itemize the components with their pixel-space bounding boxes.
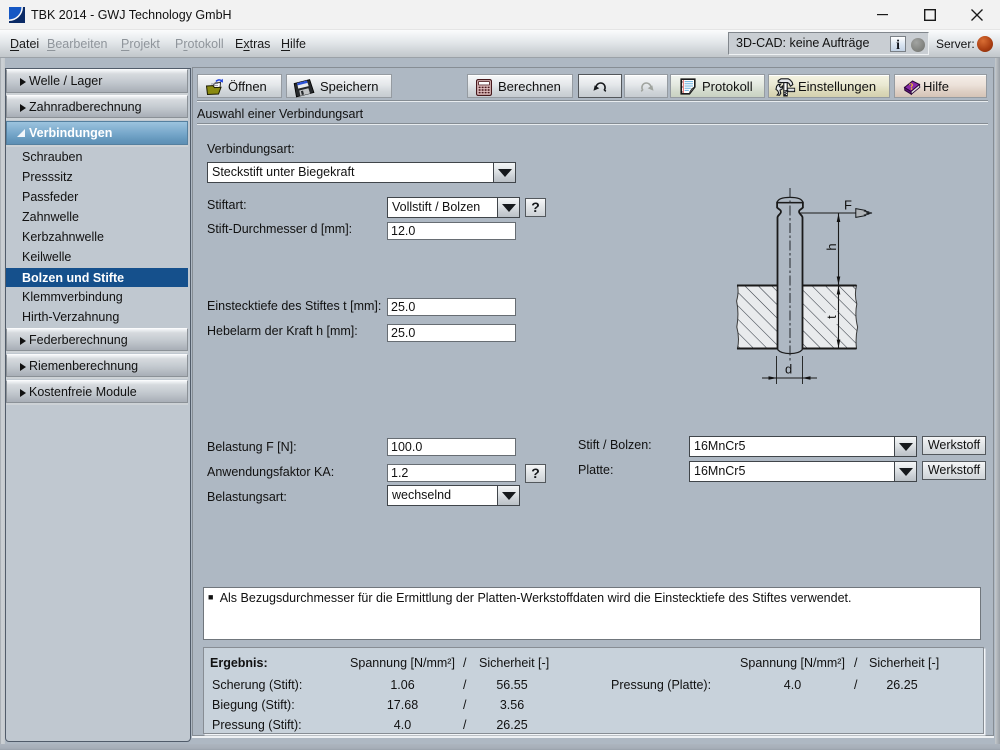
svg-text:F: F <box>844 198 852 213</box>
svg-text:d: d <box>785 362 792 377</box>
svg-text:h: h <box>824 243 839 250</box>
svg-text:t: t <box>824 315 839 319</box>
